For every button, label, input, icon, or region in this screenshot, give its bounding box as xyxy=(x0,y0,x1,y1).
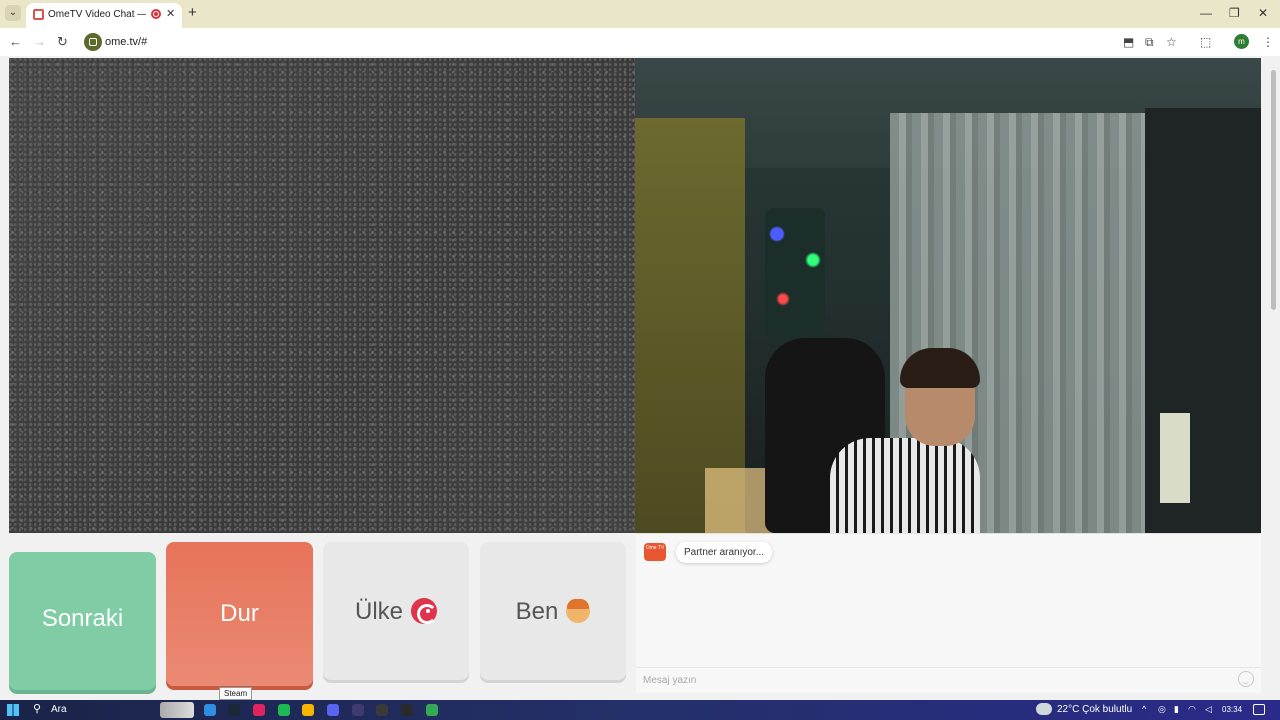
weather-cloud-icon xyxy=(1036,703,1052,715)
tray-wifi-icon[interactable]: ◠ xyxy=(1188,704,1196,715)
taskbar-search-label[interactable]: Ara xyxy=(51,704,67,715)
browser-menu-icon[interactable]: ⋮ xyxy=(1262,35,1274,49)
country-button[interactable]: Ülke xyxy=(323,542,469,680)
next-button-label: Sonraki xyxy=(41,605,124,632)
camera-person-body xyxy=(830,438,980,533)
tab-close-icon[interactable]: ✕ xyxy=(166,7,175,20)
partner-video-static xyxy=(9,58,635,533)
profile-avatar[interactable]: m xyxy=(1234,34,1249,49)
back-arrow-icon[interactable]: ← xyxy=(9,34,22,49)
browser-tab-bar: ⌄ OmeTV Video Chat — Ome ✕ + — ❐ ✕ xyxy=(0,0,1280,28)
taskbar-app-vscode-icon[interactable] xyxy=(204,704,216,716)
ometv-favicon-icon xyxy=(33,9,44,20)
window-close-button[interactable]: ✕ xyxy=(1258,6,1268,20)
stop-button[interactable]: Dur xyxy=(166,542,313,686)
scrollbar-thumb[interactable] xyxy=(1271,70,1276,310)
camera-monitor xyxy=(1160,413,1190,503)
tab-ometv[interactable]: OmeTV Video Chat — Ome ✕ xyxy=(26,3,182,28)
taskbar-app-generic-icon[interactable] xyxy=(352,704,364,716)
ometv-logo-icon: Ome TV xyxy=(644,543,666,561)
stop-button-label: Dur xyxy=(220,600,259,627)
status-message: Partner aranıyor... xyxy=(676,542,773,563)
extensions-icon[interactable]: ⬚ xyxy=(1200,35,1211,49)
next-button[interactable]: Sonraki xyxy=(9,552,156,690)
window-minimize-button[interactable]: — xyxy=(1200,6,1212,20)
bookmark-star-icon[interactable]: ☆ xyxy=(1166,35,1177,49)
me-button-content: Ben xyxy=(480,598,626,626)
taskbar-app-discord-icon[interactable] xyxy=(327,704,339,716)
self-camera-video xyxy=(635,58,1261,533)
ometv-page: Sonraki Dur Ülke Ben Ome TV Partner aran… xyxy=(0,56,1280,700)
tray-volume-icon[interactable]: ◁ xyxy=(1205,704,1212,715)
country-button-label: Ülke xyxy=(354,598,403,625)
taskbar-clock[interactable]: 03:34 xyxy=(1222,705,1242,714)
taskbar-search-icon[interactable]: ⚲ xyxy=(33,702,41,715)
tab-title: OmeTV Video Chat — Ome xyxy=(48,9,146,20)
taskbar-app-generic2-icon[interactable] xyxy=(401,704,413,716)
tray-app-icon[interactable]: ◎ xyxy=(1158,704,1166,715)
recording-indicator-icon xyxy=(151,9,161,19)
windows-taskbar: ⚲ Ara 22°C Çok bulutlu ^ ◎ ▮ ◠ ◁ 03:34 xyxy=(0,700,1280,720)
reload-icon[interactable]: ↻ xyxy=(57,34,68,50)
me-button[interactable]: Ben xyxy=(480,542,626,680)
site-info-icon[interactable] xyxy=(84,33,102,51)
taskbar-app-spotify-icon[interactable] xyxy=(278,704,290,716)
windows-start-icon[interactable] xyxy=(7,704,19,716)
install-app-icon[interactable]: ⬒ xyxy=(1123,35,1134,49)
url-text[interactable]: ome.tv/# xyxy=(105,36,147,48)
camera-led-lights xyxy=(765,208,825,338)
message-input[interactable] xyxy=(636,667,1261,693)
weather-text[interactable]: 22°C Çok bulutlu xyxy=(1057,704,1132,715)
boy-emoji-icon xyxy=(566,598,591,623)
translate-icon[interactable]: ⧉ xyxy=(1145,35,1154,50)
forward-arrow-icon[interactable]: → xyxy=(33,34,46,49)
address-bar[interactable]: ome.tv/# xyxy=(80,31,1120,53)
me-button-label: Ben xyxy=(515,598,559,625)
emoji-smiley-icon[interactable] xyxy=(1238,671,1254,687)
turkey-flag-icon xyxy=(411,597,437,624)
taskbar-app-xbox-icon[interactable] xyxy=(376,704,388,716)
taskbar-app-media-icon[interactable] xyxy=(253,704,265,716)
taskbar-widget-thumbnail[interactable] xyxy=(160,702,194,718)
country-button-content: Ülke xyxy=(323,597,469,626)
taskbar-app-steam-icon[interactable] xyxy=(228,704,240,716)
steam-tooltip: Steam xyxy=(219,687,253,700)
taskbar-app-chrome-icon[interactable] xyxy=(302,704,314,716)
page-scrollbar[interactable] xyxy=(1269,58,1278,698)
browser-toolbar: ← → ↻ ome.tv/# ⬒ ⧉ ☆ ⬚ m ⋮ xyxy=(0,28,1280,56)
tray-mic-icon[interactable]: ▮ xyxy=(1174,704,1179,715)
chat-panel: Ome TV Partner aranıyor... xyxy=(636,533,1261,693)
new-tab-button[interactable]: + xyxy=(188,4,197,21)
tray-chevron-icon[interactable]: ^ xyxy=(1142,704,1146,714)
tab-search-icon[interactable]: ⌄ xyxy=(5,5,21,21)
taskbar-app-chrome-active-icon[interactable] xyxy=(426,704,438,716)
window-restore-button[interactable]: ❐ xyxy=(1229,6,1240,20)
notification-center-icon[interactable] xyxy=(1253,704,1265,715)
